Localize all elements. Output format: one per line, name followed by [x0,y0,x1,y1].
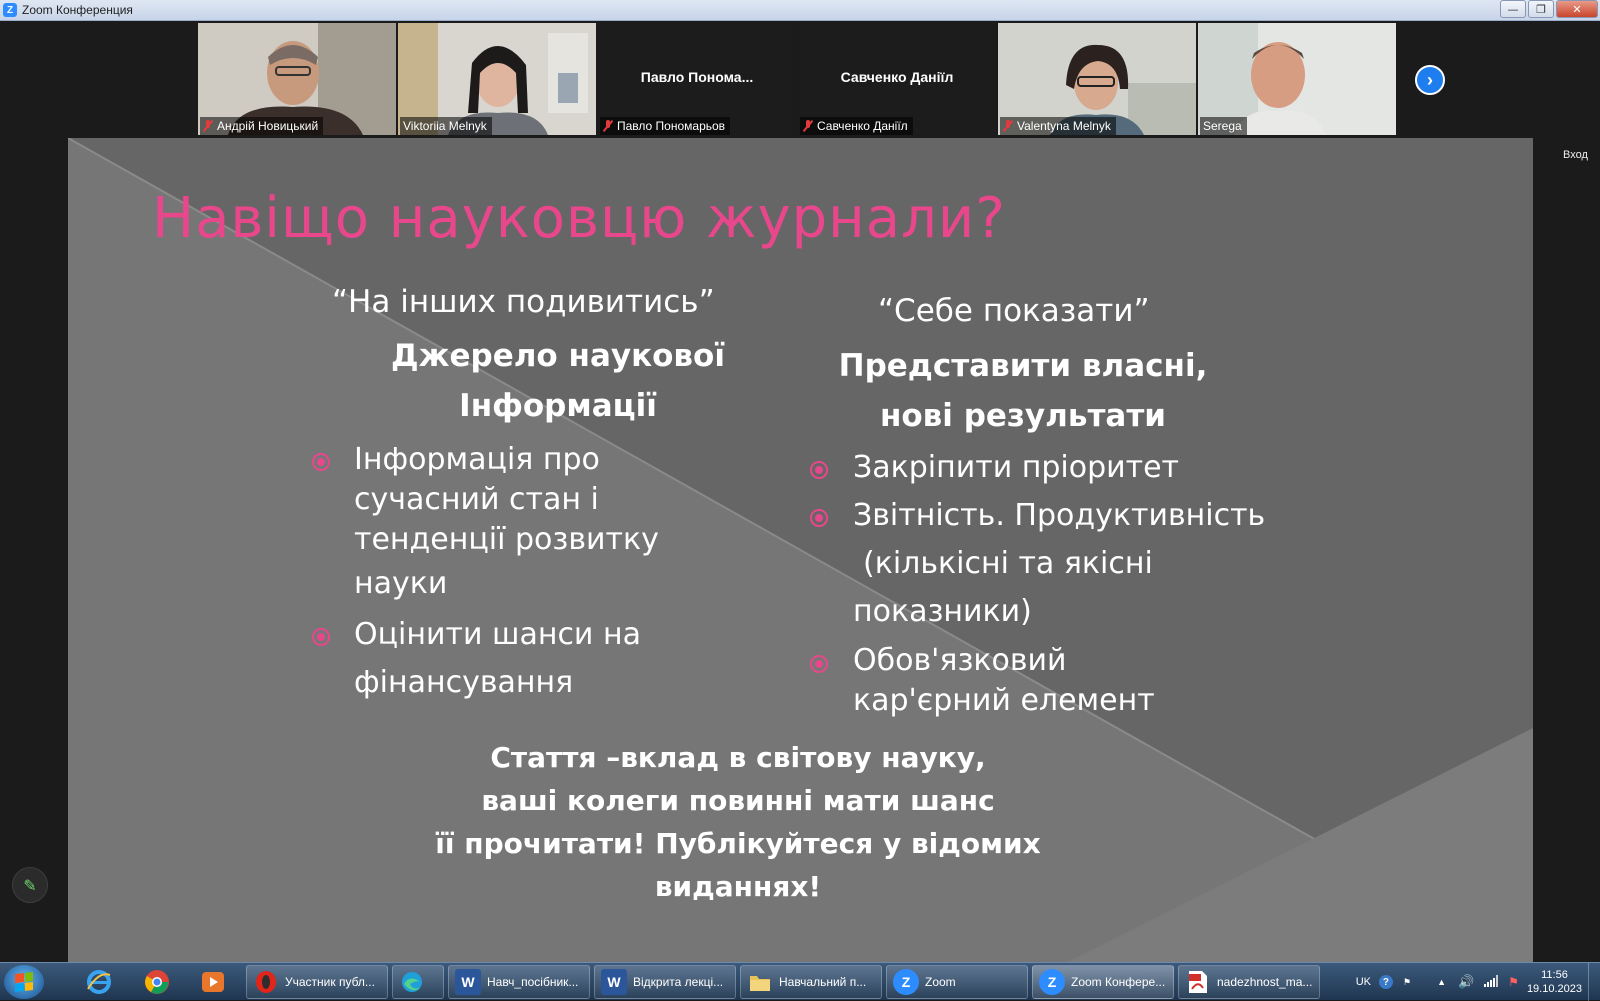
taskbar-button-zoom-meeting[interactable]: Z Zoom Конфере... [1032,965,1174,999]
mic-muted-icon [203,120,213,132]
left-bullet-2: Оцінити шанси на фінансування [354,617,641,700]
mic-muted-icon [1003,120,1013,132]
shared-slide: Навіщо науковцю журнали? “На інших подив… [68,138,1533,962]
mic-muted-icon [803,120,813,132]
edge-icon [399,969,425,995]
taskbar-button-pdf[interactable]: nadezhnost_ma... [1178,965,1320,999]
participant-tile[interactable]: Павло Понома... Павло Пономарьов [598,23,796,135]
network-icon[interactable] [1484,974,1499,990]
word-icon: W [601,969,627,995]
show-desktop-button[interactable] [1588,963,1600,1001]
windows-logo-icon [15,972,33,992]
close-button[interactable]: ✕ [1556,0,1598,18]
clock[interactable]: 11:56 19.10.2023 [1527,968,1582,996]
next-participants-button[interactable]: › [1415,65,1445,95]
right-bullet-1: Закріпити пріоритет [853,450,1180,485]
taskbar-button-zoom[interactable]: Z Zoom [886,965,1028,999]
participant-label: Савченко Даніїл [800,117,913,135]
participant-tile[interactable]: Valentyna Melnyk [998,23,1196,135]
language-indicator[interactable]: UK [1356,976,1371,988]
bullet-icon [810,461,828,479]
taskbar-button-word-1[interactable]: W Навч_посібник... [448,965,590,999]
participant-strip: Андрій Новицький Viktoriia Melnyk Павло … [198,23,1396,135]
participant-label: Viktoriia Melnyk [400,117,492,135]
taskbar-button-opera[interactable]: Участник публ... [246,965,388,999]
participant-label: Павло Пономарьов [600,117,731,135]
flag-icon[interactable]: ⚑ [1403,977,1411,988]
window-title-bar: Z Zoom Конференция — ❐ ✕ [0,0,1600,21]
participant-tile[interactable]: Viktoriia Melnyk [398,23,596,135]
left-heading-line1: Джерело наукової [391,338,725,374]
left-bullet-1: Інформація про сучасний стан і тенденції… [354,442,659,601]
right-bullet-2: Звітність. Продуктивність (кількісні та … [853,498,1266,629]
action-center-icon[interactable]: ⚑ [1508,975,1519,989]
taskbar-button-edge[interactable] [392,965,444,999]
zoom-icon: Z [1039,969,1065,995]
bullet-icon [810,655,828,673]
word-icon: W [455,969,481,995]
zoom-icon: Z [893,969,919,995]
taskbar-button-word-2[interactable]: W Відкрита лекці... [594,965,736,999]
maximize-button[interactable]: ❐ [1528,0,1554,18]
right-quote: “Себе показати” [878,293,1150,329]
participant-name: Савченко Даніїл [840,69,954,85]
minimize-button[interactable]: — [1500,0,1526,18]
slide-conclusion: Стаття –вклад в світову науку, ваші коле… [435,741,1041,903]
media-player-icon[interactable] [190,966,236,998]
left-quote: “На інших подивитись” [332,284,715,320]
side-label: Вход [1563,149,1588,161]
start-button[interactable] [4,965,44,999]
taskbar-button-folder[interactable]: Навчальний п... [740,965,882,999]
meeting-stage: Андрій Новицький Viktoriia Melnyk Павло … [0,21,1600,962]
opera-icon [253,969,279,995]
volume-icon[interactable]: 🔊 [1458,974,1474,990]
right-heading-line2: нові результати [879,398,1167,434]
internet-explorer-icon[interactable] [76,966,122,998]
right-heading-line1: Представити власні, [838,348,1208,384]
taskbar: Участник публ... W Навч_посібник... W Ві… [0,962,1600,1001]
chrome-icon[interactable] [134,966,180,998]
bullet-icon [312,628,330,646]
mic-muted-icon [603,120,613,132]
left-heading-line2: Інформації [459,388,657,424]
show-hidden-icons-icon[interactable]: ▲ [1437,977,1446,987]
slide-title: Навіщо науковцю журнали? [152,186,1006,251]
participant-label: Valentyna Melnyk [1000,117,1116,135]
pdf-icon [1185,969,1211,995]
annotate-pencil-icon[interactable]: ✎ [12,867,48,903]
help-icon[interactable]: ? [1378,975,1393,989]
folder-icon [747,969,773,995]
right-bullet-3: Обов'язковий кар'єрний елемент [853,643,1155,718]
bullet-icon [810,509,828,527]
participant-name: Павло Понома... [640,69,754,85]
window-title: Zoom Конференция [22,3,133,17]
participant-tile[interactable]: Савченко Даніїл Савченко Даніїл [798,23,996,135]
system-tray: UK ? ⚑ ▲ 🔊 ⚑ 11:56 19.10.2023 [1356,963,1600,1001]
participant-tile[interactable]: Андрій Новицький [198,23,396,135]
zoom-logo-icon: Z [3,3,17,17]
participant-label: Serega [1200,117,1247,135]
participant-tile[interactable]: Serega [1198,23,1396,135]
bullet-icon [312,453,330,471]
participant-label: Андрій Новицький [200,117,324,135]
